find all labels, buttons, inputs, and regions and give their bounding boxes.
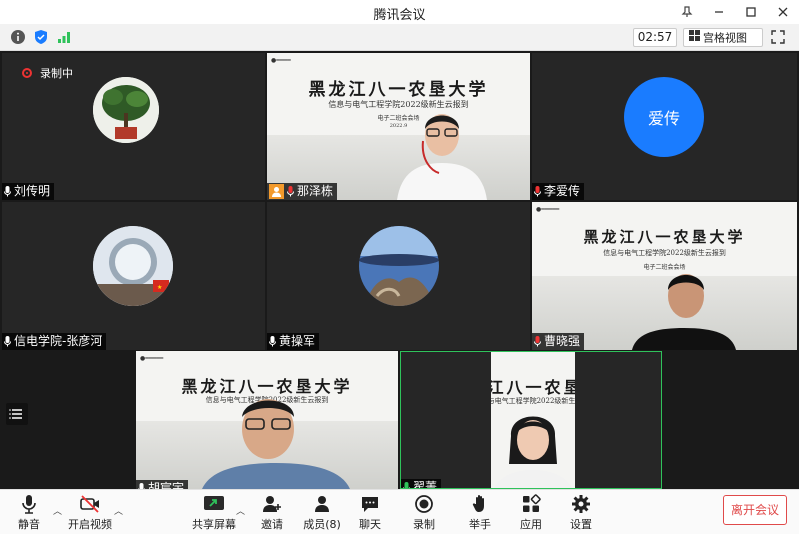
leave-meeting-button[interactable]: 离开会议 bbox=[723, 495, 787, 525]
meeting-info-bar: 02:57 宫格视图 ▼ bbox=[0, 24, 799, 62]
share-options-caret[interactable]: ︿ bbox=[236, 504, 245, 517]
participant-name-label: 翟菁 bbox=[401, 479, 442, 488]
recording-label: 录制中 bbox=[40, 67, 73, 80]
video-tile-2[interactable]: ●━━━━ 黑龙江八一农垦大学 信息与电气工程学院2022级新生云报到 电子二班… bbox=[267, 53, 530, 200]
university-logo-icon: ●━━━━━ bbox=[140, 355, 164, 362]
meeting-timer: 02:57 bbox=[633, 28, 677, 47]
window-controls bbox=[671, 0, 799, 24]
participant-name-label: 曹晓强 bbox=[532, 333, 585, 350]
participant-name-label: 李爱传 bbox=[532, 183, 585, 200]
record-button[interactable]: 录制 bbox=[400, 494, 448, 532]
participant-video bbox=[624, 262, 744, 350]
mute-options-caret[interactable]: ︿ bbox=[53, 504, 62, 517]
share-screen-button[interactable]: 共享屏幕 bbox=[190, 494, 238, 532]
title-bar: 腾讯会议 bbox=[0, 0, 799, 24]
video-options-caret[interactable]: ︿ bbox=[114, 504, 123, 517]
microphone-icon bbox=[403, 482, 410, 488]
signal-strength-icon[interactable] bbox=[56, 29, 72, 45]
microphone-icon bbox=[534, 336, 541, 347]
microphone-icon bbox=[4, 186, 11, 197]
avatar: ★ bbox=[93, 226, 173, 306]
apps-button[interactable]: 应用 bbox=[507, 494, 555, 532]
gear-icon bbox=[572, 495, 590, 513]
video-off-icon bbox=[80, 495, 99, 513]
grid-icon bbox=[689, 29, 700, 46]
record-icon bbox=[415, 495, 433, 513]
user-icon bbox=[269, 184, 284, 199]
avatar-initials: 爱传 bbox=[624, 77, 704, 157]
sidebar-toggle-icon[interactable] bbox=[6, 403, 28, 425]
participant-name-label: 胡宸宇 bbox=[136, 480, 189, 489]
security-shield-icon[interactable] bbox=[33, 29, 49, 45]
university-logo-icon: ●━━━━ bbox=[271, 57, 291, 64]
recording-icon bbox=[22, 68, 32, 78]
members-icon bbox=[315, 496, 329, 512]
share-screen-icon bbox=[204, 496, 224, 510]
participant-video bbox=[387, 101, 497, 200]
participant-video bbox=[489, 406, 577, 488]
microphone-icon bbox=[287, 186, 294, 197]
video-tile-6[interactable]: ●━━━━━ 黑龙江八一农垦大学 信息与电气工程学院2022级新生云报到 电子二… bbox=[532, 202, 797, 350]
video-tile-1[interactable]: 录制中 刘传明 bbox=[2, 53, 265, 200]
pin-icon[interactable] bbox=[671, 0, 703, 24]
info-icon[interactable] bbox=[10, 29, 26, 45]
invite-user-icon bbox=[263, 496, 281, 512]
participant-name-label: 信电学院-张彦河 bbox=[2, 333, 107, 350]
avatar bbox=[93, 77, 159, 143]
video-tile-7[interactable]: ●━━━━━ 黑龙江八一农垦大学 信息与电气工程学院2022级新生云报到 胡宸宇 bbox=[136, 351, 398, 489]
members-button[interactable]: 成员(8) bbox=[297, 494, 347, 532]
video-tile-5[interactable]: 黄操军 bbox=[267, 202, 530, 350]
participant-name-label: 黄操军 bbox=[267, 333, 320, 350]
fullscreen-icon[interactable] bbox=[770, 29, 786, 45]
avatar bbox=[359, 226, 439, 306]
layout-view-button[interactable]: 宫格视图 ▼ bbox=[683, 28, 763, 62]
participant-name-label: 那泽栋 bbox=[267, 183, 338, 200]
microphone-icon bbox=[534, 186, 541, 197]
participant-name-label: 刘传明 bbox=[2, 183, 55, 200]
video-grid: 录制中 刘传明 ●━━━━ 黑龙江八一农垦大学 信息与电气工程学院2022级新生… bbox=[0, 51, 799, 489]
chat-button[interactable]: 聊天 bbox=[346, 494, 394, 532]
invite-button[interactable]: 邀请 bbox=[248, 494, 296, 532]
slide-university-title: 黑龙江八一农垦大学 bbox=[308, 80, 489, 100]
close-button[interactable] bbox=[767, 0, 799, 24]
maximize-button[interactable] bbox=[735, 0, 767, 24]
start-video-button[interactable]: 开启视频 bbox=[64, 494, 116, 532]
settings-button[interactable]: 设置 bbox=[557, 494, 605, 532]
raise-hand-button[interactable]: 举手 bbox=[456, 494, 504, 532]
video-tile-8[interactable]: 黑龙江八一农垦大学 信息与电气工程学院2022级新生云报到 翟菁 bbox=[400, 351, 662, 489]
participant-video bbox=[196, 391, 356, 489]
meeting-toolbar: 静音 ︿ 开启视频 ︿ 共享屏幕 ︿ 邀请 成员(8) 聊天 录制 举手 应用 … bbox=[0, 489, 799, 534]
microphone-icon bbox=[4, 336, 11, 347]
recording-indicator: 录制中 bbox=[22, 65, 73, 81]
video-tile-4[interactable]: ★ 信电学院-张彦河 bbox=[2, 202, 265, 350]
svg-text:★: ★ bbox=[157, 284, 162, 291]
apps-icon bbox=[523, 494, 541, 512]
mute-button[interactable]: 静音 bbox=[5, 494, 53, 532]
video-tile-3[interactable]: 爱传 李爱传 bbox=[532, 53, 797, 200]
university-logo-icon: ●━━━━━ bbox=[536, 206, 560, 213]
raise-hand-icon bbox=[472, 495, 484, 512]
microphone-icon bbox=[269, 336, 276, 347]
chat-icon bbox=[362, 497, 378, 512]
minimize-button[interactable] bbox=[703, 0, 735, 24]
microphone-icon bbox=[22, 495, 36, 514]
layout-view-label: 宫格视图 bbox=[703, 31, 747, 45]
